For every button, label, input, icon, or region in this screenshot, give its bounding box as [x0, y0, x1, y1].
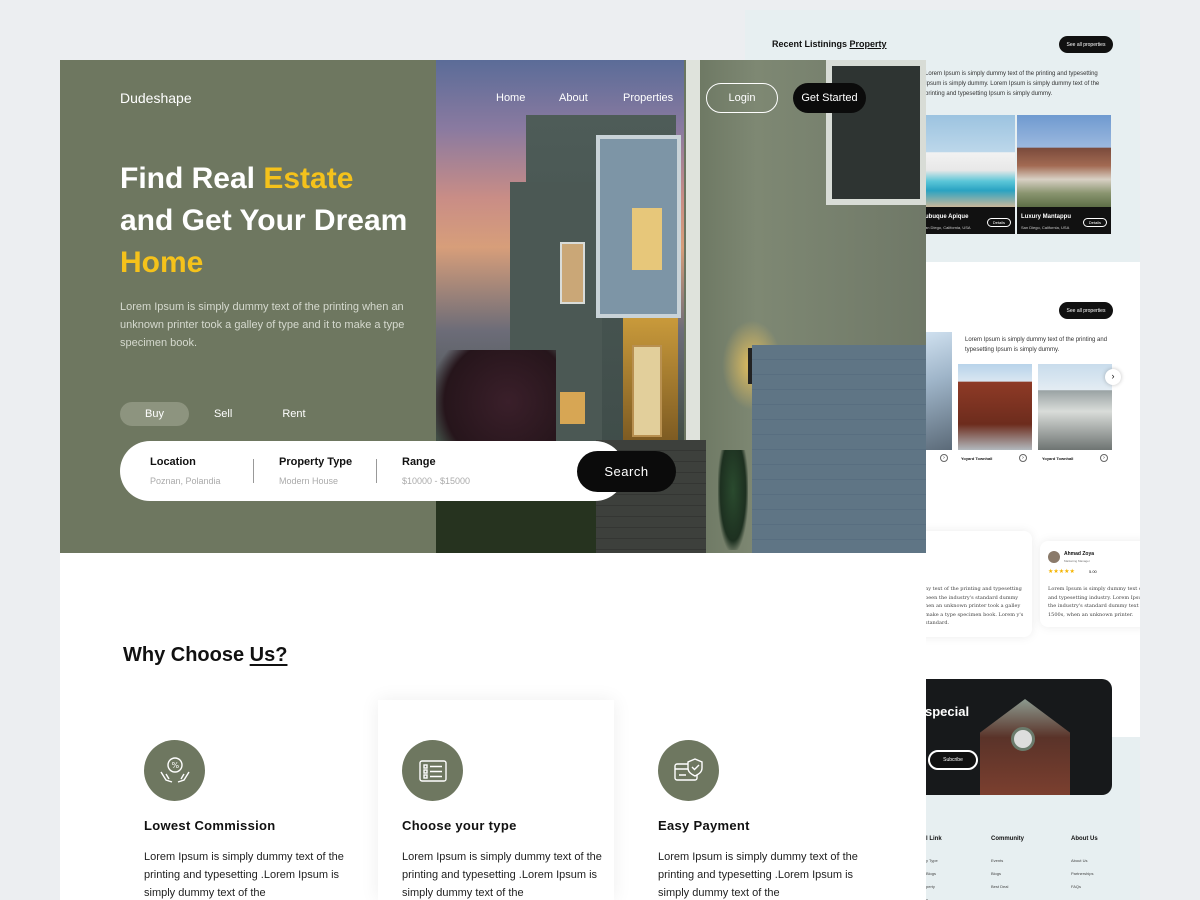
nav-properties[interactable]: Properties — [623, 92, 673, 104]
feature-description: Lorem Ipsum is simply dummy text of the … — [658, 851, 858, 899]
login-button[interactable]: Login — [706, 83, 778, 113]
front-door — [632, 345, 662, 437]
shrub — [718, 450, 748, 550]
hero-title: Find Real Estate and Get Your Dream Home — [120, 162, 408, 279]
list-card-icon — [402, 740, 463, 801]
search-button[interactable]: Search — [577, 451, 676, 492]
footer-column-title: Community — [991, 836, 1024, 842]
subscribe-button[interactable]: Subcribe — [928, 750, 978, 770]
listing-image — [921, 115, 1015, 207]
footer-link[interactable]: Events — [991, 854, 1008, 867]
avatar — [1048, 551, 1060, 563]
listing-image — [1017, 115, 1111, 207]
property-type-value[interactable]: Modern House — [279, 476, 352, 486]
feature-title: Choose your type — [402, 818, 517, 833]
feature-title: Easy Payment — [658, 818, 750, 833]
building-label: Yoyard Townhall — [1042, 456, 1074, 461]
get-started-button[interactable]: Get Started — [793, 83, 866, 113]
carousel-next-icon[interactable]: › — [1105, 369, 1121, 385]
secure-card-icon — [658, 740, 719, 801]
see-all-properties-button[interactable]: See all properties — [1059, 36, 1113, 53]
garage-door — [752, 345, 926, 553]
svg-text:%: % — [171, 761, 179, 770]
property-search-bar: Location Poznan, Polandia Property Type … — [120, 441, 676, 501]
tab-buy[interactable]: Buy — [120, 402, 189, 426]
birdhouse-hole — [1011, 727, 1035, 751]
star-rating-icon: ★★★★★ — [1048, 569, 1075, 575]
feature-lowest-commission: % Lowest Commission Lorem Ipsum is simpl… — [120, 700, 356, 900]
building-image — [958, 364, 1032, 450]
chevron-right-icon[interactable]: › — [940, 454, 948, 462]
location-label: Location — [150, 456, 196, 468]
subscribe-banner — [895, 679, 1112, 795]
rating-value: 5.00 — [1089, 569, 1097, 574]
divider — [376, 459, 377, 483]
feature-title: Lowest Commission — [144, 818, 276, 833]
tab-rent[interactable]: Rent — [257, 402, 330, 426]
range-label: Range — [402, 456, 436, 468]
review-card: Ahmad Zoya Marketing Manager ★★★★★ 5.00 … — [1040, 541, 1140, 627]
footer-link[interactable]: Partnerships — [1071, 867, 1093, 880]
building-image — [926, 332, 952, 450]
see-all-properties-button-2[interactable]: See all properties — [1059, 302, 1113, 319]
property-type-label: Property Type — [279, 456, 353, 468]
details-button[interactable]: Details — [1082, 218, 1107, 227]
listing-type-tabs: Buy Sell Rent — [120, 402, 331, 426]
side-window — [560, 242, 585, 304]
reviewer-role: Marketing Manager — [1064, 559, 1090, 563]
location-value[interactable]: Poznan, Polandia — [150, 476, 221, 486]
review-text: Lorem Ipsum is simply dummy text o and t… — [1048, 586, 1140, 618]
hero-subtitle: Lorem Ipsum is simply dummy text of the … — [120, 301, 405, 349]
footer-link[interactable]: Best Deal — [991, 880, 1008, 893]
section-description: Lorem Ipsum is simply dummy text of the … — [965, 337, 1108, 353]
percent-hands-icon: % — [144, 740, 205, 801]
details-button[interactable]: Details — [986, 218, 1011, 227]
property-link[interactable]: Property — [850, 39, 887, 49]
divider — [253, 459, 254, 483]
footer-link[interactable]: y — [926, 893, 938, 900]
small-window — [560, 392, 585, 424]
feature-description: Lorem Ipsum is simply dummy text of the … — [144, 851, 344, 899]
reviewer-name: Ahmad Zoya — [1064, 551, 1095, 557]
footer-column-title: About Us — [1071, 836, 1098, 842]
footer-link[interactable]: Blogs — [926, 867, 938, 880]
footer-link[interactable]: FAQs — [1071, 880, 1093, 893]
special-title: special — [925, 704, 970, 719]
chevron-right-icon[interactable]: › — [1100, 454, 1108, 462]
why-choose-us-title: Why Choose Us? — [123, 644, 288, 666]
lawn — [436, 500, 616, 553]
listing-name: Luxury Mantappu — [1021, 214, 1072, 220]
footer-link[interactable]: perty — [926, 880, 938, 893]
upper-right-window — [826, 60, 926, 205]
listing-card[interactable]: ubuque Apique an Diego, California, USA … — [921, 115, 1015, 234]
recent-listings-description: Lorem Ipsum is simply dummy text of the … — [925, 71, 1100, 97]
listing-location: San Diego, California, USA — [1021, 225, 1070, 230]
footer-link[interactable]: y Type — [926, 854, 938, 867]
building-image — [1038, 364, 1112, 450]
listing-name: ubuque Apique — [925, 214, 969, 220]
range-field[interactable]: Range $10000 - $15000 — [402, 456, 470, 486]
recent-listings-title: Recent Listinings Property — [772, 39, 887, 49]
nav-about[interactable]: About — [559, 92, 588, 104]
nav-home[interactable]: Home — [496, 92, 525, 104]
lit-window — [632, 208, 662, 270]
review-text: ny text of the printing and typesetting … — [925, 586, 1024, 626]
range-value[interactable]: $10000 - $15000 — [402, 476, 470, 486]
location-field[interactable]: Location Poznan, Polandia — [150, 456, 221, 486]
brand-logo[interactable]: Dudeshape — [120, 90, 192, 106]
footer-link[interactable]: About Us — [1071, 854, 1093, 867]
feature-choose-your-type: Choose your type Lorem Ipsum is simply d… — [378, 700, 614, 900]
listing-card[interactable]: Luxury Mantappu San Diego, California, U… — [1017, 115, 1111, 234]
footer-link[interactable]: Blogs — [991, 867, 1008, 880]
chevron-right-icon[interactable]: › — [1019, 454, 1027, 462]
building-label: Yoyard Townhall — [961, 456, 993, 461]
landing-page: Dudeshape Find Real Estate and Get Your … — [60, 60, 926, 900]
property-type-field[interactable]: Property Type Modern House — [279, 456, 352, 486]
feature-easy-payment: Easy Payment Lorem Ipsum is simply dummy… — [634, 700, 870, 900]
feature-description: Lorem Ipsum is simply dummy text of the … — [402, 851, 602, 899]
footer-column-title: l Link — [926, 836, 942, 842]
tab-sell[interactable]: Sell — [189, 402, 257, 426]
listing-location: an Diego, California, USA — [925, 225, 971, 230]
